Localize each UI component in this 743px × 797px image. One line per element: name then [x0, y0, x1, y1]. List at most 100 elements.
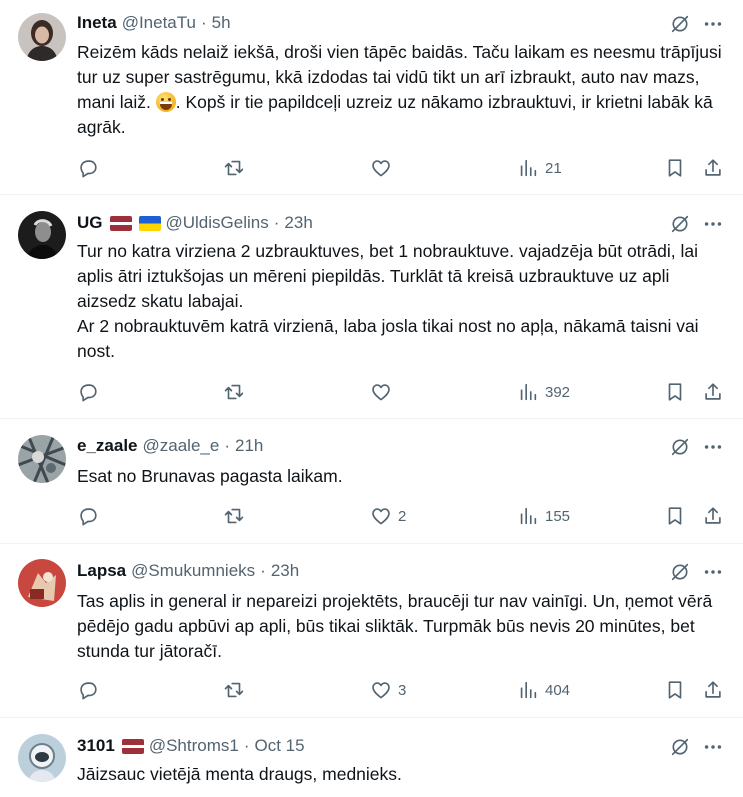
- grinning-emoji-icon: [155, 92, 176, 112]
- share-icon: [702, 679, 724, 701]
- bookmark-button[interactable]: [664, 156, 686, 180]
- bookmark-icon: [664, 679, 686, 701]
- author-name[interactable]: Lapsa: [77, 560, 126, 582]
- like-count: 3: [398, 681, 407, 699]
- avatar[interactable]: [18, 13, 66, 61]
- like-button[interactable]: 2: [370, 504, 406, 528]
- separator: ·: [243, 736, 250, 755]
- author-handle[interactable]: @Shtroms1: [149, 735, 239, 757]
- views-icon: [517, 505, 539, 527]
- avatar[interactable]: [18, 559, 66, 607]
- bookmark-icon: [664, 505, 686, 527]
- views-button[interactable]: 155: [517, 504, 570, 528]
- timestamp[interactable]: 23h: [271, 560, 299, 582]
- more-icon[interactable]: [701, 13, 725, 35]
- reply-icon: [77, 381, 99, 403]
- like-button[interactable]: 3: [370, 678, 406, 702]
- action-bar: 3 404: [0, 678, 743, 702]
- separator: ·: [260, 561, 266, 580]
- tweet-text: Esat no Brunavas pagasta laikam.: [77, 466, 343, 486]
- grok-icon[interactable]: [669, 561, 691, 583]
- author-handle[interactable]: @InetaTu: [122, 12, 196, 34]
- timestamp[interactable]: 23h: [284, 212, 312, 234]
- reply-button[interactable]: [77, 504, 105, 528]
- retweet-icon: [223, 505, 245, 527]
- share-button[interactable]: [702, 380, 724, 404]
- view-count: 392: [545, 383, 571, 401]
- retweet-button[interactable]: [223, 678, 251, 702]
- tweet[interactable]: Ineta @InetaTu · 5h Reizēm kāds nelaiž i…: [0, 0, 743, 195]
- like-icon: [370, 381, 392, 403]
- views-icon: [517, 157, 539, 179]
- latvia-flag-icon: [122, 739, 144, 754]
- tweet-text: Tur no katra virziena 2 uzbrauktuves, be…: [77, 241, 699, 361]
- like-icon: [370, 679, 392, 701]
- like-icon: [370, 505, 392, 527]
- views-icon: [517, 381, 539, 403]
- author-handle[interactable]: @UldisGelins: [166, 212, 269, 234]
- view-count: 404: [545, 681, 571, 699]
- bookmark-button[interactable]: [664, 380, 686, 404]
- author-handle[interactable]: @zaale_e: [143, 435, 220, 457]
- like-icon: [370, 157, 392, 179]
- more-icon[interactable]: [701, 436, 725, 458]
- avatar[interactable]: [18, 435, 66, 483]
- bookmark-button[interactable]: [664, 678, 686, 702]
- retweet-icon: [223, 679, 245, 701]
- timestamp[interactable]: Oct 15: [255, 735, 305, 757]
- action-bar: 2 155: [0, 504, 743, 528]
- like-button[interactable]: [370, 380, 398, 404]
- ukraine-flag-icon: [139, 216, 161, 231]
- bookmark-icon: [664, 157, 686, 179]
- tweet[interactable]: 3101 @Shtroms1 · Oct 15 Jāizsauc vietējā…: [0, 718, 743, 797]
- author-name[interactable]: UG: [77, 212, 103, 234]
- author-name[interactable]: Ineta: [77, 12, 117, 34]
- grok-icon[interactable]: [669, 13, 691, 35]
- view-count: 155: [545, 507, 571, 525]
- timestamp[interactable]: 21h: [235, 435, 263, 457]
- retweet-button[interactable]: [223, 156, 251, 180]
- tweet[interactable]: UG @UldisGelins · 23h Tur no katra virzi…: [0, 195, 743, 419]
- author-name[interactable]: e_zaale: [77, 435, 138, 457]
- reply-icon: [77, 157, 99, 179]
- more-icon[interactable]: [701, 736, 725, 758]
- retweet-icon: [223, 381, 245, 403]
- tweet-text: Jāizsauc vietējā menta draugs, mednieks.: [77, 764, 402, 784]
- author-handle[interactable]: @Smukumnieks: [131, 560, 255, 582]
- views-button[interactable]: 404: [517, 678, 570, 702]
- views-button[interactable]: 392: [517, 380, 570, 404]
- more-icon[interactable]: [701, 561, 725, 583]
- share-icon: [702, 157, 724, 179]
- share-button[interactable]: [702, 504, 724, 528]
- tweet[interactable]: Lapsa @Smukumnieks · 23h Tas aplis in ge…: [0, 544, 743, 718]
- reply-button[interactable]: [77, 156, 105, 180]
- retweet-button[interactable]: [223, 380, 251, 404]
- share-icon: [702, 505, 724, 527]
- share-button[interactable]: [702, 156, 724, 180]
- separator: ·: [200, 13, 207, 32]
- avatar[interactable]: [18, 734, 66, 782]
- retweet-button[interactable]: [223, 504, 251, 528]
- reply-button[interactable]: [77, 380, 105, 404]
- like-count: 2: [398, 507, 407, 525]
- separator: ·: [224, 436, 230, 455]
- grok-icon[interactable]: [669, 736, 691, 758]
- like-button[interactable]: [370, 156, 398, 180]
- more-icon[interactable]: [701, 213, 725, 235]
- tweet-text: Reizēm kāds nelaiž iekšā, droši vien tāp…: [77, 40, 727, 140]
- view-count: 21: [545, 159, 562, 177]
- timestamp[interactable]: 5h: [212, 12, 231, 34]
- grok-icon[interactable]: [669, 436, 691, 458]
- grok-icon[interactable]: [669, 213, 691, 235]
- bookmark-icon: [664, 381, 686, 403]
- views-button[interactable]: 21: [517, 156, 562, 180]
- tweet-text: Tas aplis in general ir nepareizi projek…: [77, 591, 718, 661]
- reply-button[interactable]: [77, 678, 105, 702]
- action-bar: 392: [0, 380, 743, 404]
- bookmark-button[interactable]: [664, 504, 686, 528]
- tweet[interactable]: e_zaale @zaale_e · 21h Esat no Brunavas …: [0, 419, 743, 544]
- author-name[interactable]: 3101: [77, 735, 115, 757]
- avatar[interactable]: [18, 211, 66, 259]
- reply-icon: [77, 505, 99, 527]
- share-button[interactable]: [702, 678, 724, 702]
